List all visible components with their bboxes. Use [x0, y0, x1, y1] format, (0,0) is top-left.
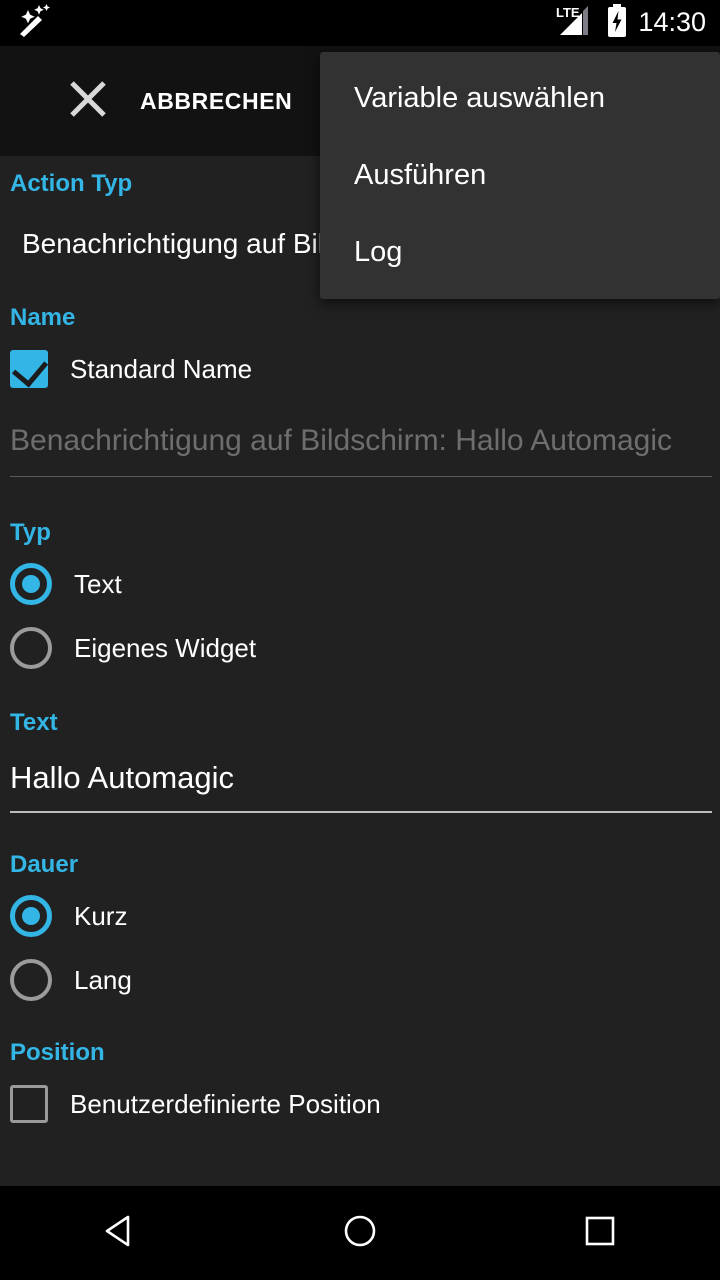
checkbox-row-benutzerdefinierte-position[interactable]: Benutzerdefinierte Position: [0, 1085, 720, 1123]
label-position: Position: [10, 1039, 105, 1066]
menu-item-log[interactable]: Log: [320, 214, 720, 291]
label-typ: Typ: [10, 519, 51, 546]
label-name: Name: [10, 304, 76, 331]
nav-recents-button[interactable]: [540, 1186, 660, 1280]
status-bar-left: [16, 3, 56, 43]
radio-typ-eigenes-widget-label: Eigenes Widget: [74, 632, 257, 663]
field-name-value: Benachrichtigung auf Bildschirm: Hallo A…: [10, 420, 712, 477]
form-scroll-container[interactable]: Action Typ Benachrichtigung auf Bildschi…: [0, 156, 720, 1186]
radio-row-typ-text[interactable]: Text: [0, 563, 720, 605]
nav-home-button[interactable]: [300, 1186, 420, 1280]
checkbox-benutzerdefinierte-position-label: Benutzerdefinierte Position: [70, 1088, 381, 1119]
svg-text:LTE: LTE: [556, 5, 580, 20]
checkbox-standard-name[interactable]: [10, 350, 49, 388]
signal-bars-icon: LTE: [556, 5, 596, 42]
navigation-bar: [0, 1186, 720, 1280]
menu-item-ausfuehren[interactable]: Ausführen: [320, 137, 720, 214]
radio-dauer-lang[interactable]: [10, 959, 52, 1001]
radio-row-dauer-lang[interactable]: Lang: [0, 959, 720, 1001]
status-bar: LTE 14:30: [0, 0, 720, 46]
label-dauer: Dauer: [10, 851, 79, 878]
status-bar-clock: 14:30: [638, 7, 706, 37]
close-button[interactable]: [60, 73, 116, 129]
status-bar-right: LTE 14:30: [556, 3, 706, 43]
radio-dauer-kurz-label: Kurz: [74, 900, 128, 931]
close-icon: [67, 78, 109, 125]
overflow-menu[interactable]: Variable auswählen Ausführen Log: [320, 52, 720, 299]
checkbox-standard-name-label: Standard Name: [70, 353, 253, 384]
nav-back-button[interactable]: [60, 1186, 180, 1280]
back-triangle-icon: [101, 1212, 139, 1255]
magic-wand-icon: [16, 3, 56, 43]
radio-typ-eigenes-widget[interactable]: [10, 627, 52, 669]
battery-charging-icon: [606, 3, 628, 43]
radio-typ-text-label: Text: [74, 568, 122, 599]
radio-dauer-kurz[interactable]: [10, 895, 52, 937]
action-bar-title[interactable]: ABBRECHEN: [140, 88, 292, 115]
radio-row-typ-eigenes-widget[interactable]: Eigenes Widget: [0, 627, 720, 669]
checkbox-benutzerdefinierte-position[interactable]: [10, 1085, 48, 1123]
menu-item-variable-auswaehlen[interactable]: Variable auswählen: [320, 60, 720, 137]
recents-square-icon: [581, 1212, 619, 1255]
radio-typ-text[interactable]: [10, 563, 52, 605]
label-text: Text: [10, 709, 58, 736]
checkbox-row-standard-name[interactable]: Standard Name: [0, 350, 720, 388]
android-screen: LTE 14:30 ABBRECHEN Action Typ Benachric…: [0, 0, 720, 1280]
radio-row-dauer-kurz[interactable]: Kurz: [0, 895, 720, 937]
radio-dauer-lang-label: Lang: [74, 964, 132, 995]
input-text-value[interactable]: Hallo Automagic: [10, 757, 712, 813]
home-circle-icon: [341, 1212, 379, 1255]
